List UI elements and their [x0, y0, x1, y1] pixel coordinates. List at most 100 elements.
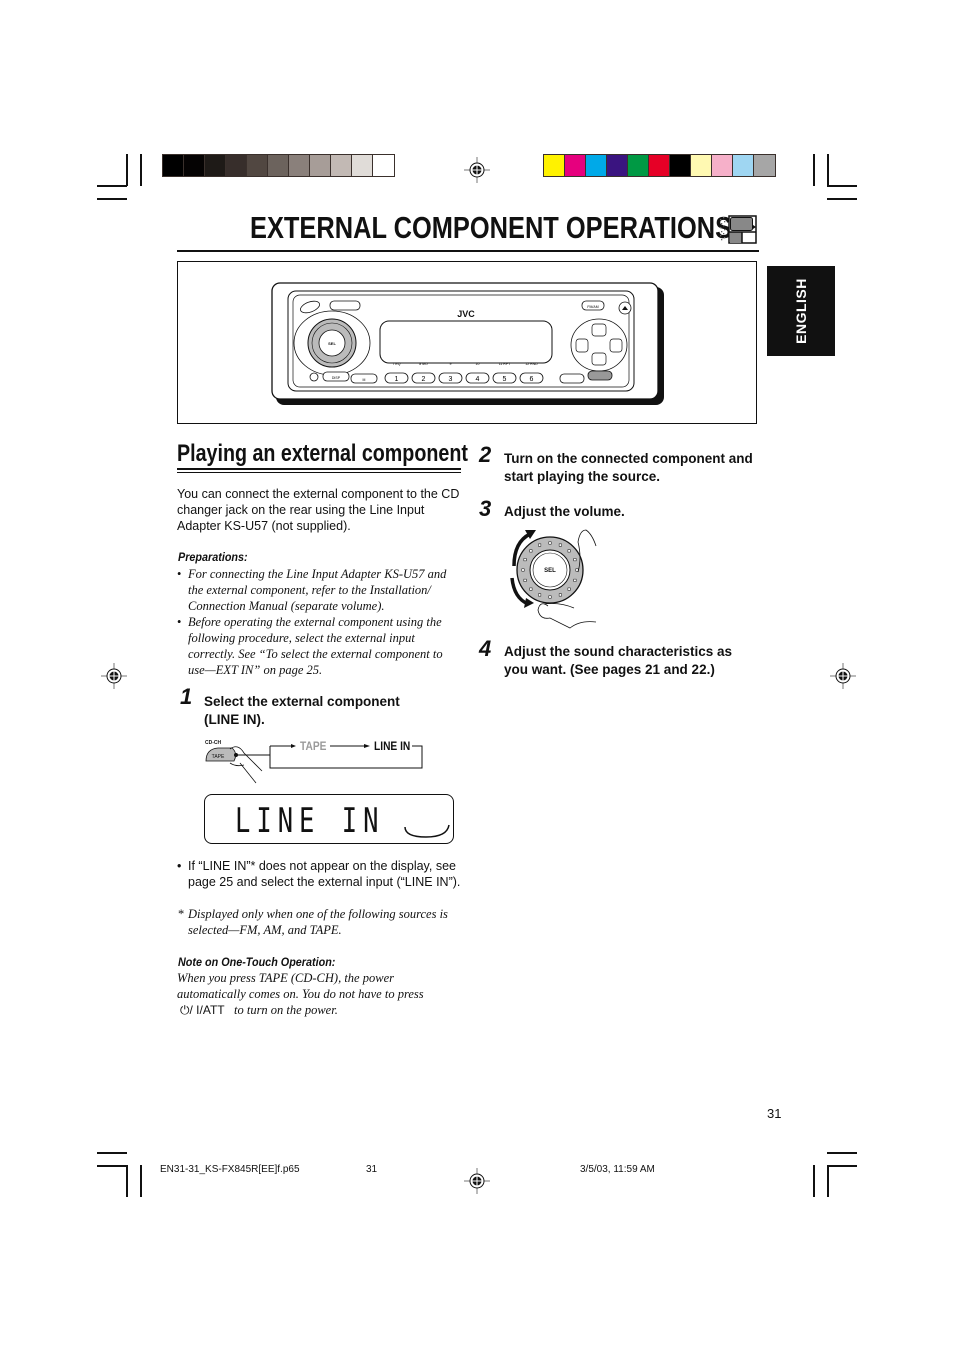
process-color-bar: [543, 154, 776, 177]
car-stereo-illustration: JVC SEL DISP M 1 7 EQ 2 8 MO 3 9 4 10 5 11 RPT 6 12…: [271, 282, 664, 405]
section-rule: [177, 472, 461, 473]
color-swatch: [628, 155, 649, 176]
crop-mark: [827, 154, 829, 186]
color-swatch: [163, 155, 184, 176]
one-touch-heading: Note on One-Touch Operation:: [178, 955, 336, 969]
preparations-heading: Preparations:: [178, 550, 248, 564]
one-touch-text: When you press TAPE (CD-CH), the power a…: [177, 971, 424, 1001]
grayscale-color-bar: [162, 154, 395, 177]
crop-mark: [126, 154, 128, 186]
color-swatch: [226, 155, 247, 176]
knob-grip-tick: [567, 587, 571, 591]
crop-mark: [97, 1152, 127, 1154]
color-swatch: [691, 155, 712, 176]
registration-mark-icon: [830, 663, 856, 689]
knob-grip-tick: [558, 593, 562, 597]
color-swatch: [544, 155, 565, 176]
language-tab-label: ENGLISH: [793, 278, 809, 344]
disc-indicator-icon: [404, 824, 450, 838]
knob-grip-tick: [523, 578, 527, 582]
one-touch-text-end: to turn on the power.: [234, 1003, 338, 1017]
knob-grip-tick: [521, 568, 525, 572]
svg-text:DISP: DISP: [332, 376, 341, 380]
section-rule: [177, 468, 461, 470]
sel-label: SEL: [544, 568, 556, 574]
language-tab: ENGLISH: [767, 266, 835, 356]
knob-grip-tick: [538, 543, 542, 547]
crop-mark: [126, 1165, 128, 1197]
color-swatch: [205, 155, 226, 176]
color-swatch: [247, 155, 268, 176]
knob-grip-tick: [558, 543, 562, 547]
knob-grip-tick: [548, 595, 552, 599]
footer-file-name: EN31-31_KS-FX845R[EE]f.p65: [160, 1164, 300, 1175]
svg-text:TAPE: TAPE: [212, 754, 225, 760]
preset-sublabel: 10: [476, 362, 480, 366]
preset-button-label: 5: [503, 376, 507, 383]
color-swatch: [565, 155, 586, 176]
lcd-display: LINE IN: [204, 794, 454, 844]
step-number: 1: [180, 684, 193, 709]
knob-grip-tick: [523, 558, 527, 562]
preparations-list: For connecting the Line Input Adapter KS…: [177, 566, 462, 678]
footnote-mark: *: [178, 907, 185, 921]
step-number: 3: [479, 496, 492, 521]
step-text: Turn on the connected component and star…: [504, 451, 753, 484]
color-swatch: [373, 155, 394, 176]
preset-sublabel: 9: [450, 362, 452, 366]
footer-page: 31: [366, 1164, 378, 1175]
footnote-text: Displayed only when one of the following…: [188, 907, 448, 937]
color-swatch: [268, 155, 289, 176]
crop-mark: [140, 154, 142, 186]
color-swatch: [184, 155, 205, 176]
preset-button-label: 3: [449, 376, 453, 383]
preparation-item: Before operating the external component …: [177, 614, 462, 678]
knob-grip-tick: [548, 541, 552, 545]
crop-mark: [827, 1165, 857, 1167]
knob-grip-tick: [573, 558, 577, 562]
crop-mark: [813, 154, 815, 186]
preset-sublabel: 7 EQ: [393, 362, 401, 366]
brand-logo: JVC: [457, 309, 475, 319]
color-swatch: [586, 155, 607, 176]
color-swatch: [607, 155, 628, 176]
cycle-item-line-in: LINE IN: [374, 739, 411, 753]
color-swatch: [733, 155, 754, 176]
color-swatch: [310, 155, 331, 176]
svg-text:M: M: [363, 378, 366, 382]
line-in-note-item: If “LINE IN”* does not appear on the dis…: [177, 858, 462, 890]
crop-mark: [813, 1165, 815, 1197]
preset-button-label: 4: [476, 376, 480, 383]
section-title: Playing an external component: [177, 440, 468, 467]
knob-grip-tick: [573, 578, 577, 582]
external-component-icon: [720, 215, 757, 244]
color-swatch: [754, 155, 775, 176]
crop-mark: [140, 1165, 142, 1197]
volume-knob-illustration: SEL: [510, 529, 597, 629]
crop-mark: [827, 198, 857, 200]
color-swatch: [649, 155, 670, 176]
svg-text:FM/AM: FM/AM: [587, 305, 598, 309]
knob-grip-tick: [567, 549, 571, 553]
knob-grip-tick: [538, 593, 542, 597]
title-rule: [177, 250, 759, 252]
crop-mark: [97, 185, 127, 187]
lcd-display-text: LINE IN: [235, 801, 385, 841]
svg-text:CD-CH: CD-CH: [205, 740, 221, 746]
knob-grip-tick: [529, 587, 533, 591]
step-text: Select the external component (LINE IN).: [204, 694, 400, 727]
color-swatch: [352, 155, 373, 176]
crop-mark: [827, 1165, 829, 1197]
crop-mark: [827, 1152, 857, 1154]
color-swatch: [331, 155, 352, 176]
color-swatch: [289, 155, 310, 176]
preset-button-label: 1: [395, 376, 399, 383]
knob-grip-tick: [529, 549, 533, 553]
registration-mark-icon: [464, 157, 490, 183]
color-swatch: [712, 155, 733, 176]
crop-mark: [97, 198, 127, 200]
page-title: EXTERNAL COMPONENT OPERATIONS: [250, 210, 733, 245]
sel-knob-label: SEL: [328, 341, 336, 346]
step-number: 4: [479, 636, 492, 661]
power-att-button-label: ⏻/ I/ATT: [180, 1003, 225, 1017]
